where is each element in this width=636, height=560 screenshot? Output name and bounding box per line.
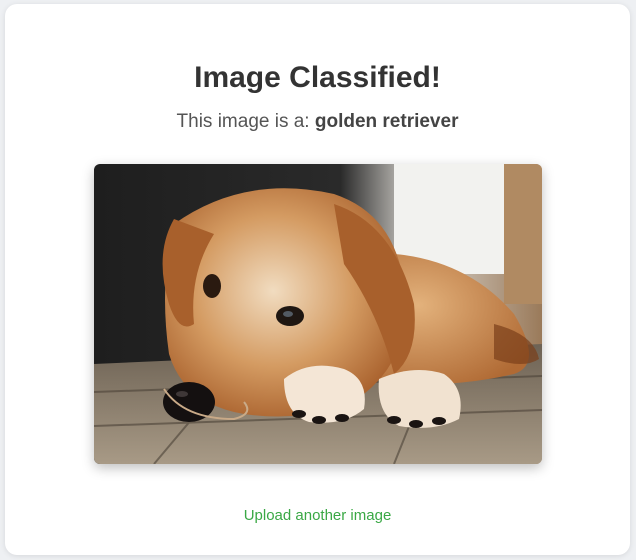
upload-another-link[interactable]: Upload another image	[5, 506, 630, 526]
page-title: Image Classified!	[194, 61, 441, 94]
result-prefix: This image is a:	[176, 111, 310, 132]
result-label: golden retriever	[314, 111, 459, 132]
classified-image	[94, 164, 542, 464]
classification-result: This image is a: golden retriever	[5, 110, 630, 134]
result-card: Image Classified! This image is a: golde…	[5, 4, 630, 555]
